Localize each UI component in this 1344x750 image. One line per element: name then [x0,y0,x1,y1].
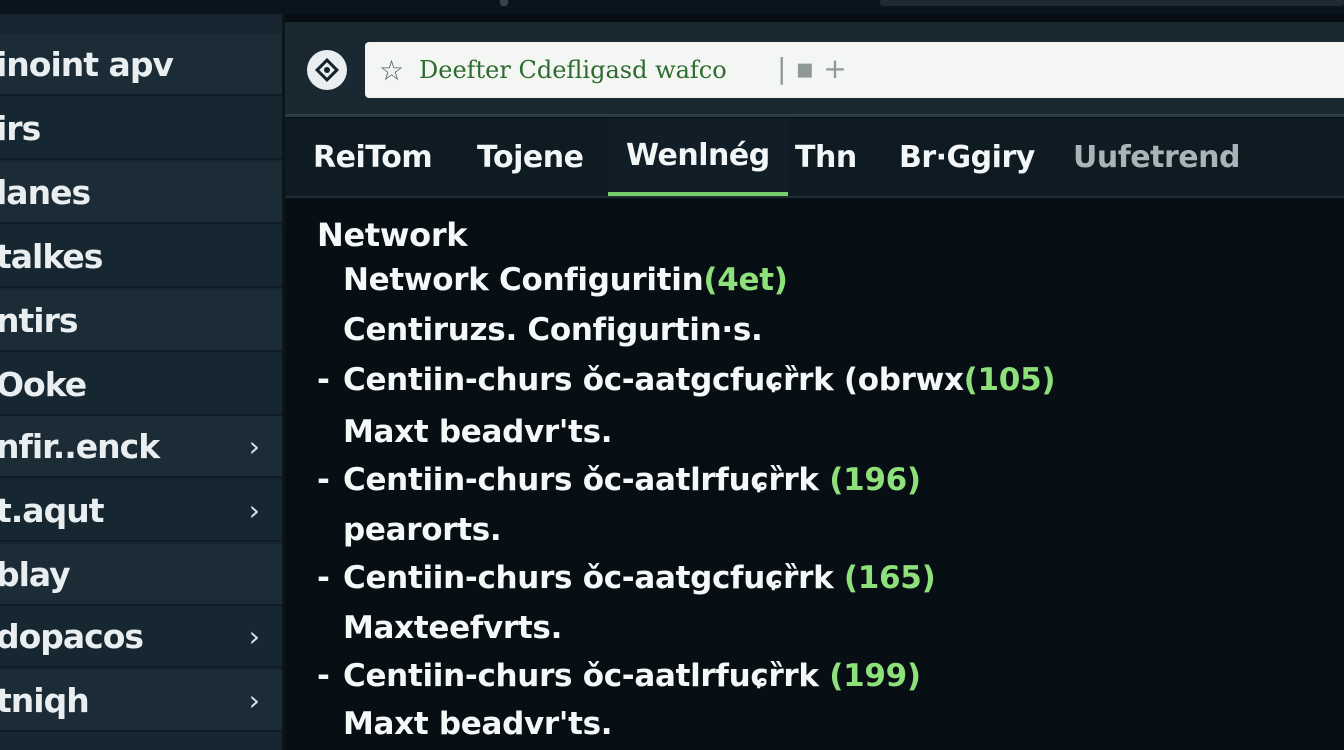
tab-label: Uufetrend [1073,139,1240,175]
tab-label: Br·Ggiry [899,139,1035,175]
url-text: Deefter Cdefligasd wafco [419,56,727,84]
list-item-text: Maxteefvrts. [343,610,563,646]
url-actions[interactable]: | ▪ + [777,52,847,85]
list-item-text: Maxt beadvr'ts. [343,706,613,742]
list-item-count: (199) [829,658,921,694]
sidebar-item-label: irs [0,108,41,148]
sidebar: inoint apv irs lanes talkes ntirs Ooke n… [0,14,285,750]
bullet-dash: - [317,362,330,398]
sidebar-item[interactable]: nfir..enck › [0,416,282,478]
sidebar-item-label: talkes [0,236,103,276]
sidebar-item-label: tniqh [0,680,90,720]
bullet-dash: - [317,658,330,694]
sidebar-item[interactable]: inoint apv [0,34,282,96]
list-item-count: (196) [829,462,921,498]
sidebar-item[interactable]: talkes [0,226,282,288]
sidebar-item[interactable]: ntirs [0,290,282,352]
sidebar-item-label: lanes [0,172,91,212]
list-item[interactable]: - Centiin-churs ǒc-aatlrfuɕȑrk (199) [317,658,921,694]
address-bar: ☆ Deefter Cdefligasd wafco | ▪ + [285,22,1344,117]
list-item-text: Centiin-churs ǒc-aatlrfuɕȑrk [343,462,819,498]
list-item-text: Centiin-churs ǒc-aatgcfuɕȑrk [343,560,834,596]
sidebar-item[interactable]: blay [0,544,282,606]
content-area: Network Network Configuritin(4et) Centir… [285,200,1344,750]
chevron-right-icon[interactable]: › [249,494,260,527]
main-panel: ☆ Deefter Cdefligasd wafco | ▪ + ReiTom … [285,14,1344,750]
list-item-count: (165) [843,560,936,596]
sidebar-item[interactable]: t.aqut › [0,480,282,542]
list-item[interactable]: - Centiin-churs ǒc-aatlrfuɕȑrk (196) [317,462,921,498]
tab-bar: ReiTom Tojene Wenlnég Thn Br·Ggiry Uufet… [285,118,1344,198]
list-item-text: Centiin-churs ǒc-aatlrfuɕȑrk [343,658,819,694]
sidebar-item-label: dopacos [0,616,144,656]
list-item-text: Maxt beadvr'ts. [343,414,613,450]
sidebar-item[interactable]: lanes [0,162,282,224]
sidebar-item[interactable]: irs [0,98,282,160]
tab-wenlneg[interactable]: Wenlnég [608,118,788,196]
chevron-right-icon[interactable]: › [249,684,260,717]
list-item-text: Centiruzs. Configurtin·s. [343,312,763,348]
list-item[interactable]: Maxteefvrts. [343,610,562,646]
sidebar-item-label: nfir..enck [0,426,160,466]
tab-label: Tojene [477,139,584,175]
window-divider [500,0,508,6]
bullet-dash: - [317,462,330,498]
sidebar-item-label: blay [0,554,71,594]
list-item-count: (4et) [703,262,788,298]
tab-tojene[interactable]: Tojene [477,118,584,196]
sidebar-item[interactable]: Ooke [0,354,282,416]
list-item[interactable]: Network Configuritin(4et) [343,262,788,298]
url-input[interactable]: ☆ Deefter Cdefligasd wafco | ▪ + [365,42,1344,98]
list-item[interactable]: - Centiin-churs ǒc-aatgcfuɕȑrk (165) [317,560,936,596]
sidebar-item-label: Ooke [0,364,87,404]
list-item-text: pearorts. [343,512,502,548]
list-item-count: (105) [963,362,1056,398]
sidebar-item-label: t.aqut [0,490,104,530]
site-diamond-icon[interactable] [307,50,347,90]
list-item[interactable]: Centiruzs. Configurtin·s. [343,312,763,348]
chevron-right-icon[interactable]: › [249,430,260,463]
list-item[interactable]: Maxt beadvr'ts. [343,414,613,450]
section-heading: Network [317,216,468,254]
tab-uufetrend[interactable]: Uufetrend [1073,118,1240,196]
sidebar-item-label: ntirs [0,300,78,340]
bullet-dash: - [317,560,330,596]
list-item[interactable]: pearorts. [343,512,502,548]
list-item-text: Centiin-churs ǒc-aatgcfuɕȑrk (obrwx [343,362,964,398]
tab-reitom[interactable]: ReiTom [313,118,433,196]
list-item[interactable]: Maxt beadvr'ts. [343,706,613,742]
tab-label: Thn [795,139,857,175]
window-top-edge [880,0,1344,6]
chevron-right-icon[interactable]: › [249,620,260,653]
sidebar-item-label: inoint apv [0,44,174,84]
sidebar-item[interactable]: dopacos › [0,606,282,668]
tab-label: Wenlnég [626,137,770,173]
tab-thn[interactable]: Thn [795,118,857,196]
top-strip [0,0,1344,14]
star-icon[interactable]: ☆ [379,54,404,87]
tab-label: ReiTom [313,139,433,175]
tab-brgiry[interactable]: Br·Ggiry [899,118,1035,196]
sidebar-item[interactable]: tniqh › [0,670,282,732]
list-item-text: Network Configuritin [343,262,704,298]
list-item[interactable]: - Centiin-churs ǒc-aatgcfuɕȑrk (obrwx(105… [317,362,1056,398]
